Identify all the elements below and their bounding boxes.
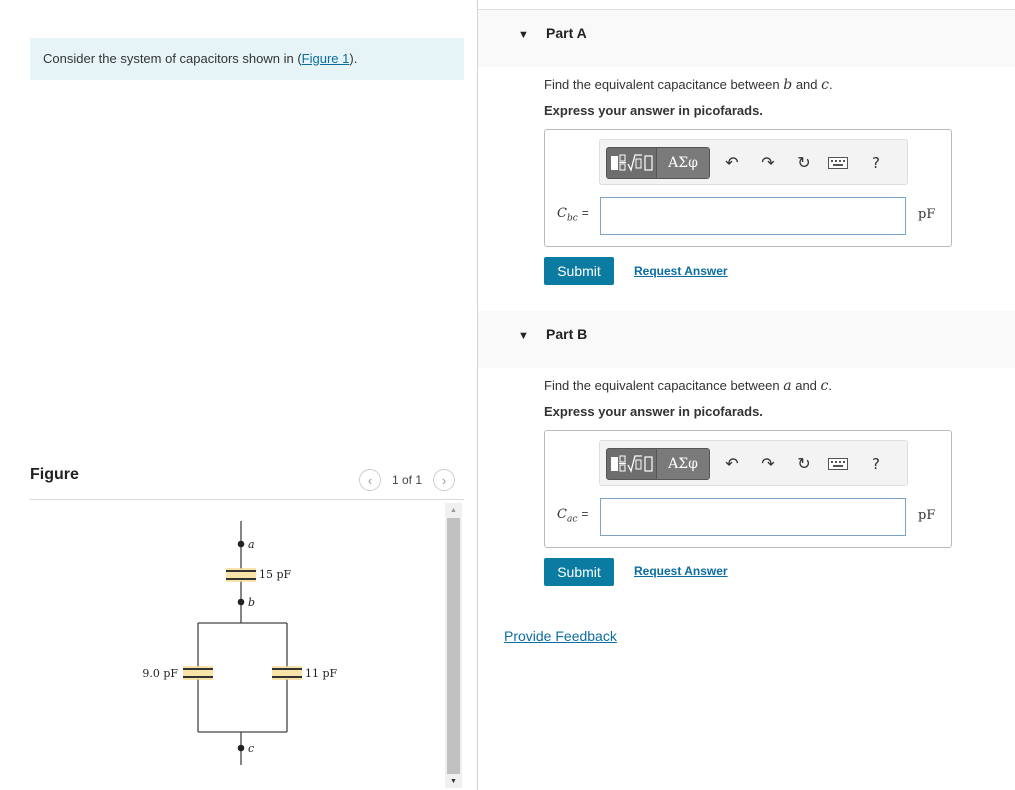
- part-b-instruction: Express your answer in picofarads.: [544, 404, 763, 419]
- scroll-thumb[interactable]: [447, 518, 460, 774]
- reset-icon[interactable]: ↻: [794, 454, 814, 474]
- caret-down-icon: ▼: [518, 29, 529, 41]
- keyboard-icon[interactable]: [828, 153, 848, 173]
- part-b-question: Find the equivalent capacitance between …: [544, 378, 832, 394]
- figure-link[interactable]: Figure 1: [302, 51, 350, 66]
- intro-text-before: Consider the system of capacitors shown …: [43, 51, 302, 66]
- part-a-conj: and: [795, 77, 818, 92]
- chevron-left-icon: ‹: [367, 472, 373, 488]
- caret-down-icon: ▼: [518, 330, 529, 342]
- keyboard-icon[interactable]: [828, 454, 848, 474]
- templates-button[interactable]: [607, 449, 657, 479]
- part-b-unit: pF: [918, 508, 936, 523]
- figure-label: Figure: [30, 466, 79, 483]
- undo-icon[interactable]: ↶: [722, 153, 742, 173]
- capacitor-15pf: [226, 568, 256, 582]
- template-button-group: ΑΣφ: [606, 147, 710, 179]
- part-b-request-answer-link[interactable]: Request Answer: [634, 564, 728, 578]
- next-figure-button[interactable]: ›: [433, 469, 456, 491]
- capacitor-circuit-diagram: a b c 15 pF 9.0 pF 11 pF: [142, 521, 338, 765]
- provide-feedback-link[interactable]: Provide Feedback: [504, 628, 617, 644]
- figure-count: 1 of 1: [392, 473, 423, 487]
- undo-icon[interactable]: ↶: [722, 454, 742, 474]
- part-a-instruction: Express your answer in picofarads.: [544, 103, 763, 118]
- node-a-dot: [237, 540, 245, 548]
- part-a-var-sub: bc: [566, 213, 578, 224]
- help-icon[interactable]: ?: [866, 153, 886, 173]
- part-b-header[interactable]: ▼ Part B: [478, 311, 1015, 368]
- capacitor-9pf: [183, 666, 213, 680]
- pane-divider[interactable]: [477, 0, 478, 790]
- template-button-group: ΑΣφ: [606, 448, 710, 480]
- reset-icon[interactable]: ↻: [794, 153, 814, 173]
- intro-text-after: ).: [349, 51, 358, 66]
- part-a-unit: pF: [918, 207, 936, 222]
- node-b-label: b: [248, 596, 255, 609]
- part-a-question-pre: Find the equivalent capacitance between: [544, 77, 780, 92]
- node-c-label: c: [248, 742, 254, 755]
- part-b-answer-input[interactable]: [600, 498, 906, 536]
- part-a-answer-input[interactable]: [600, 197, 906, 235]
- scroll-up-arrow-icon[interactable]: ▲: [445, 503, 462, 517]
- capacitor-11pf: [272, 666, 302, 680]
- node-c-dot: [237, 744, 245, 752]
- part-b-var-sub: ac: [566, 514, 578, 525]
- part-b-answer-box: ΑΣφ ↶ ↷ ↻ ? Cac = pF: [544, 430, 952, 548]
- part-a-question-post: .: [829, 77, 833, 92]
- redo-icon[interactable]: ↷: [758, 454, 778, 474]
- part-b-question-pre: Find the equivalent capacitance between: [544, 378, 780, 393]
- greek-symbols-button[interactable]: ΑΣφ: [657, 449, 709, 479]
- templates-icon: [610, 154, 653, 172]
- part-b-title: Part B: [546, 326, 588, 342]
- part-a-var1: b: [783, 77, 793, 93]
- figure-scrollbar[interactable]: ▲ ▼: [445, 503, 462, 788]
- part-a-answer-box: ΑΣφ ↶ ↷ ↻ ? Cbc = pF: [544, 129, 952, 247]
- part-b-equals: =: [581, 507, 589, 521]
- part-a-question: Find the equivalent capacitance between …: [544, 77, 833, 93]
- intro-text: Consider the system of capacitors shown …: [30, 38, 464, 80]
- figure-pager: ‹ 1 of 1 ›: [359, 469, 456, 491]
- node-a-label: a: [248, 538, 255, 551]
- part-a-equals: =: [581, 206, 589, 220]
- redo-icon[interactable]: ↷: [758, 153, 778, 173]
- cap-15pf-label: 15 pF: [259, 568, 292, 581]
- part-b-variable-label: Cac =: [557, 507, 588, 525]
- part-a-var2: c: [821, 77, 829, 93]
- part-a-request-answer-link[interactable]: Request Answer: [634, 264, 728, 278]
- templates-button[interactable]: [607, 148, 657, 178]
- cap-11pf-label: 11 pF: [305, 667, 338, 680]
- greek-symbols-button[interactable]: ΑΣφ: [657, 148, 709, 178]
- part-b-submit-button[interactable]: Submit: [544, 558, 614, 586]
- help-icon[interactable]: ?: [866, 454, 886, 474]
- node-b-dot: [237, 598, 245, 606]
- figure-divider: [30, 499, 464, 500]
- math-toolbar: ΑΣφ ↶ ↷ ↻ ?: [599, 440, 908, 486]
- part-b-question-post: .: [828, 378, 833, 393]
- part-a-submit-button[interactable]: Submit: [544, 257, 614, 285]
- figure-pane: Consider the system of capacitors shown …: [0, 0, 478, 790]
- scroll-down-arrow-icon[interactable]: ▼: [445, 774, 462, 788]
- part-b-conj: and: [795, 378, 817, 393]
- part-a-title: Part A: [546, 25, 587, 41]
- part-a-var-main: C: [557, 206, 567, 221]
- part-b-var1: a: [783, 378, 792, 394]
- cap-9pf-label: 9.0 pF: [142, 667, 178, 680]
- part-a-header[interactable]: ▼ Part A: [478, 10, 1015, 67]
- part-a-variable-label: Cbc =: [557, 206, 589, 224]
- prev-figure-button[interactable]: ‹: [359, 469, 381, 491]
- chevron-right-icon: ›: [441, 472, 447, 488]
- part-b-var-main: C: [557, 507, 567, 522]
- templates-icon: [610, 455, 653, 473]
- math-toolbar: ΑΣφ ↶ ↷ ↻ ?: [599, 139, 908, 185]
